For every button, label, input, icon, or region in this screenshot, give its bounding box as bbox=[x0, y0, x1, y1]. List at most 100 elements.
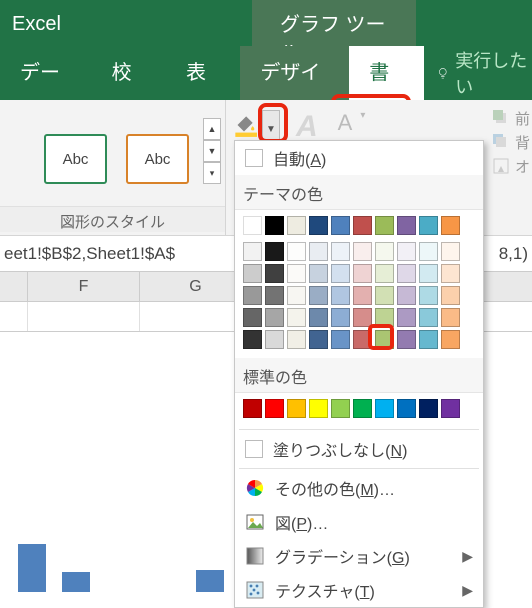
standard-swatch[interactable] bbox=[397, 399, 416, 418]
theme-swatch[interactable] bbox=[419, 286, 438, 305]
theme-swatch[interactable] bbox=[309, 308, 328, 327]
shape-style-preset-1[interactable]: Abc bbox=[44, 134, 107, 184]
theme-swatch[interactable] bbox=[243, 216, 262, 235]
theme-swatch[interactable] bbox=[441, 330, 460, 349]
standard-colors-header: 標準の色 bbox=[235, 358, 483, 393]
theme-swatch[interactable] bbox=[375, 242, 394, 261]
theme-swatch[interactable] bbox=[243, 308, 262, 327]
theme-swatch[interactable] bbox=[397, 242, 416, 261]
col-header-f[interactable]: F bbox=[28, 272, 140, 301]
theme-swatch[interactable] bbox=[441, 216, 460, 235]
theme-swatch[interactable] bbox=[419, 216, 438, 235]
theme-swatch[interactable] bbox=[309, 216, 328, 235]
style-gallery-down[interactable]: ▼ bbox=[203, 140, 221, 162]
theme-swatch[interactable] bbox=[287, 286, 306, 305]
theme-swatch[interactable] bbox=[331, 242, 350, 261]
wordart-fill-icon[interactable]: A bbox=[284, 110, 330, 144]
theme-swatch[interactable] bbox=[243, 286, 262, 305]
tab-view[interactable]: 表示 bbox=[166, 46, 240, 100]
col-header-edge[interactable] bbox=[0, 272, 28, 301]
tab-design[interactable]: デザイン bbox=[240, 46, 349, 100]
fill-auto[interactable]: 自動(A) bbox=[235, 141, 483, 175]
theme-swatch[interactable] bbox=[419, 264, 438, 283]
theme-swatch[interactable] bbox=[287, 308, 306, 327]
picture-icon bbox=[245, 512, 265, 532]
tab-data[interactable]: データ bbox=[0, 46, 92, 100]
theme-swatch[interactable] bbox=[375, 216, 394, 235]
theme-swatch[interactable] bbox=[287, 242, 306, 261]
theme-swatch[interactable] bbox=[353, 216, 372, 235]
theme-swatch[interactable] bbox=[309, 242, 328, 261]
theme-swatch[interactable] bbox=[265, 330, 284, 349]
theme-swatch[interactable] bbox=[287, 330, 306, 349]
shape-fill-button[interactable] bbox=[230, 110, 258, 142]
send-back-icon bbox=[491, 132, 511, 152]
theme-swatch[interactable] bbox=[243, 264, 262, 283]
standard-swatch[interactable] bbox=[441, 399, 460, 418]
theme-swatch[interactable] bbox=[265, 286, 284, 305]
theme-swatch[interactable] bbox=[265, 308, 284, 327]
theme-swatch[interactable] bbox=[265, 264, 284, 283]
standard-swatch[interactable] bbox=[419, 399, 438, 418]
theme-swatch[interactable] bbox=[331, 216, 350, 235]
cell-f[interactable] bbox=[28, 302, 140, 331]
theme-swatch[interactable] bbox=[265, 216, 284, 235]
theme-swatch[interactable] bbox=[375, 286, 394, 305]
picture-fill[interactable]: 図(P)… bbox=[235, 505, 483, 539]
theme-swatch[interactable] bbox=[419, 242, 438, 261]
tab-review[interactable]: 校閲 bbox=[92, 46, 166, 100]
tab-format[interactable]: 書式 bbox=[349, 46, 423, 100]
wordart-outline-icon[interactable]: A bbox=[334, 110, 357, 136]
theme-swatch[interactable] bbox=[309, 264, 328, 283]
theme-swatch[interactable] bbox=[331, 308, 350, 327]
theme-swatch[interactable] bbox=[397, 216, 416, 235]
theme-swatch[interactable] bbox=[353, 242, 372, 261]
theme-swatch[interactable] bbox=[309, 330, 328, 349]
theme-swatch[interactable] bbox=[397, 286, 416, 305]
theme-swatch[interactable] bbox=[287, 264, 306, 283]
theme-swatch[interactable] bbox=[331, 264, 350, 283]
theme-swatch[interactable] bbox=[397, 264, 416, 283]
theme-swatch[interactable] bbox=[353, 264, 372, 283]
theme-swatch[interactable] bbox=[243, 330, 262, 349]
theme-swatch[interactable] bbox=[287, 216, 306, 235]
fill-none[interactable]: 塗りつぶしなし(N) bbox=[235, 432, 483, 466]
more-colors[interactable]: その他の色(M)… bbox=[235, 471, 483, 505]
theme-swatch[interactable] bbox=[353, 286, 372, 305]
theme-swatch[interactable] bbox=[243, 242, 262, 261]
tell-me[interactable]: 実行したい bbox=[424, 47, 532, 99]
theme-swatch[interactable] bbox=[397, 330, 416, 349]
theme-swatch[interactable] bbox=[265, 242, 284, 261]
cell-edge[interactable] bbox=[0, 302, 28, 331]
theme-swatch[interactable] bbox=[375, 264, 394, 283]
send-backward[interactable]: 背 bbox=[489, 130, 532, 154]
chart-bar[interactable] bbox=[62, 572, 90, 592]
theme-swatch[interactable] bbox=[397, 308, 416, 327]
theme-swatch[interactable] bbox=[331, 330, 350, 349]
theme-swatch[interactable] bbox=[441, 264, 460, 283]
standard-swatch[interactable] bbox=[243, 399, 262, 418]
chart-bar[interactable] bbox=[196, 570, 224, 592]
style-gallery-more[interactable]: ▾ bbox=[203, 162, 221, 184]
theme-swatch[interactable] bbox=[419, 330, 438, 349]
formula-left[interactable]: eet1!$B$2,Sheet1!$A$ bbox=[4, 244, 175, 264]
theme-swatch[interactable] bbox=[441, 286, 460, 305]
standard-swatch[interactable] bbox=[309, 399, 328, 418]
theme-swatch[interactable] bbox=[331, 286, 350, 305]
gradient-fill[interactable]: グラデーション(G) ▶ bbox=[235, 539, 483, 573]
theme-swatch[interactable] bbox=[309, 286, 328, 305]
theme-swatch[interactable] bbox=[419, 308, 438, 327]
standard-swatch[interactable] bbox=[331, 399, 350, 418]
standard-swatch[interactable] bbox=[375, 399, 394, 418]
texture-fill[interactable]: テクスチャ(T) ▶ bbox=[235, 573, 483, 607]
theme-swatch[interactable] bbox=[441, 242, 460, 261]
standard-swatch[interactable] bbox=[287, 399, 306, 418]
chart-bar[interactable] bbox=[18, 544, 46, 592]
bring-forward[interactable]: 前 bbox=[489, 106, 532, 130]
standard-swatch[interactable] bbox=[353, 399, 372, 418]
standard-swatch[interactable] bbox=[265, 399, 284, 418]
selection-pane[interactable]: オ bbox=[489, 154, 532, 178]
theme-swatch[interactable] bbox=[441, 308, 460, 327]
shape-style-preset-2[interactable]: Abc bbox=[126, 134, 189, 184]
style-gallery-up[interactable]: ▲ bbox=[203, 118, 221, 140]
